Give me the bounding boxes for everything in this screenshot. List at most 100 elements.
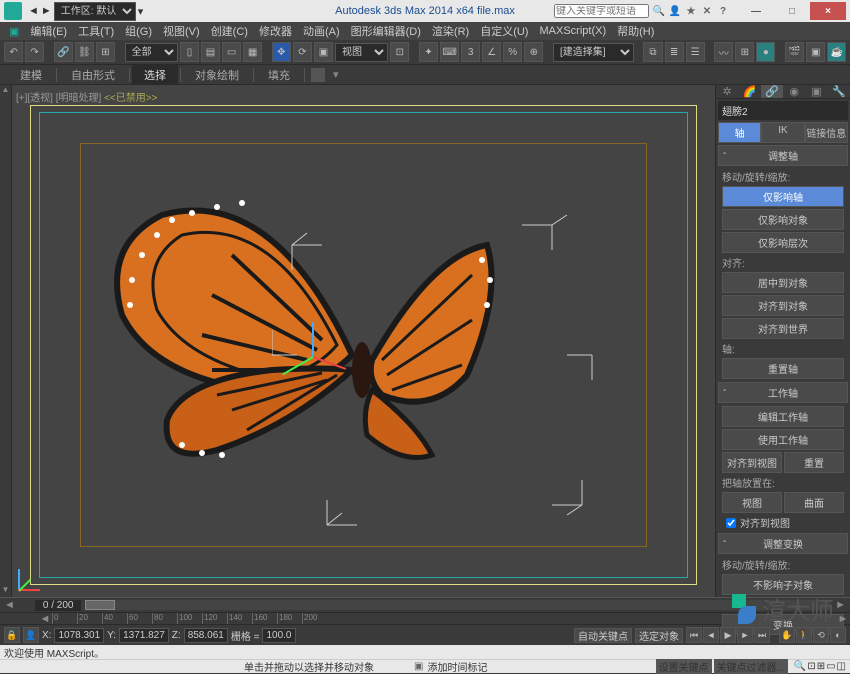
snap-toggle-button[interactable]: 3 bbox=[461, 42, 480, 62]
zoom-extents-icon[interactable]: ⊞ bbox=[817, 661, 825, 672]
dropdown-icon[interactable]: ▾ bbox=[138, 5, 144, 18]
subtab-link[interactable]: 链接信息 bbox=[805, 122, 848, 143]
z-value[interactable]: 858.061 bbox=[184, 628, 228, 643]
pan-icon[interactable]: ✋ bbox=[779, 627, 795, 643]
favorite-icon[interactable]: ★ bbox=[684, 4, 698, 18]
rollout-working-pivot[interactable]: 工作轴 bbox=[718, 382, 848, 403]
signin-icon[interactable]: 👤 bbox=[668, 4, 682, 18]
selection-filter-dropdown[interactable]: 全部 bbox=[125, 43, 178, 62]
redo-button[interactable]: ↷ bbox=[25, 42, 44, 62]
bind-button[interactable]: ⊞ bbox=[96, 42, 115, 62]
menu-group[interactable]: 组(G) bbox=[120, 22, 157, 40]
menu-create[interactable]: 创建(C) bbox=[206, 22, 253, 40]
subtab-ik[interactable]: IK bbox=[761, 122, 804, 143]
search-input[interactable] bbox=[554, 4, 649, 18]
selected-button[interactable]: 选定对象 bbox=[635, 628, 683, 643]
maximize-viewport-icon[interactable]: ◫ bbox=[837, 661, 846, 672]
ribbon-dropdown-icon[interactable]: ▾ bbox=[333, 68, 339, 81]
isolate-icon[interactable]: 👤 bbox=[23, 627, 39, 643]
y-value[interactable]: 1371.827 bbox=[119, 628, 169, 643]
dont-affect-children-button[interactable]: 不影响子对象 bbox=[722, 574, 844, 595]
scroll-up-icon[interactable]: ▲ bbox=[0, 85, 11, 97]
align-to-view-button[interactable]: 对齐到视图 bbox=[722, 452, 782, 473]
layers-button[interactable]: ☰ bbox=[686, 42, 705, 62]
search-icon[interactable]: 🔍 bbox=[652, 4, 666, 18]
select-rotate-button[interactable]: ⟳ bbox=[293, 42, 312, 62]
center-to-object-button[interactable]: 居中到对象 bbox=[722, 272, 844, 293]
select-scale-button[interactable]: ▣ bbox=[314, 42, 333, 62]
spinner-snap-button[interactable]: ⊕ bbox=[524, 42, 543, 62]
keyfilter-button[interactable]: 关键点过滤器... bbox=[714, 659, 788, 674]
ribbon-tab-selection[interactable]: 选择 bbox=[132, 65, 178, 85]
percent-snap-button[interactable]: % bbox=[503, 42, 522, 62]
viewport-label-shading[interactable]: [明暗处理] bbox=[56, 93, 102, 104]
manipulate-button[interactable]: ✦ bbox=[419, 42, 438, 62]
walk-icon[interactable]: 🚶 bbox=[796, 627, 812, 643]
menu-modifiers[interactable]: 修改器 bbox=[254, 22, 297, 40]
lock-selection-icon[interactable]: 🔒 bbox=[4, 627, 20, 643]
pivot-center-button[interactable]: ⊡ bbox=[390, 42, 409, 62]
maximize-button[interactable]: □ bbox=[774, 2, 810, 20]
align-to-object-button[interactable]: 对齐到对象 bbox=[722, 295, 844, 316]
rollout-adjust-transform[interactable]: 调整变换 bbox=[718, 533, 848, 554]
arrow-right-icon[interactable]: ► bbox=[41, 5, 52, 17]
mirror-button[interactable]: ⧉ bbox=[643, 42, 662, 62]
menu-tools[interactable]: 工具(T) bbox=[73, 22, 119, 40]
tab-create-icon[interactable]: ✲ bbox=[716, 85, 738, 98]
curve-editor-button[interactable]: 〰 bbox=[714, 42, 733, 62]
place-surface-button[interactable]: 曲面 bbox=[784, 492, 844, 513]
menu-maxscript[interactable]: MAXScript(X) bbox=[534, 24, 611, 38]
menu-animation[interactable]: 动画(A) bbox=[298, 22, 345, 40]
ribbon-tab-modeling[interactable]: 建模 bbox=[8, 65, 54, 85]
zoom-icon[interactable]: 🔍 bbox=[794, 661, 806, 672]
tab-modify-icon[interactable]: 🌈 bbox=[738, 85, 760, 98]
x-value[interactable]: 1078.301 bbox=[54, 628, 104, 643]
zoom-all-icon[interactable]: ⊡ bbox=[807, 661, 815, 672]
scroll-down-icon[interactable]: ▼ bbox=[0, 585, 11, 597]
align-button[interactable]: ≣ bbox=[665, 42, 684, 62]
arrow-left-icon[interactable]: ◄ bbox=[28, 5, 39, 17]
object-name-field[interactable]: 翅膀2 bbox=[718, 101, 848, 120]
tab-motion-icon[interactable]: ◉ bbox=[783, 85, 805, 98]
affect-hierarchy-button[interactable]: 仅影响层次 bbox=[722, 232, 844, 253]
tab-utilities-icon[interactable]: 🔧 bbox=[828, 85, 850, 98]
place-view-button[interactable]: 视图 bbox=[722, 492, 782, 513]
close-button[interactable]: × bbox=[810, 2, 846, 20]
menu-graph[interactable]: 图形编辑器(D) bbox=[346, 22, 426, 40]
goto-end-icon[interactable]: ⏭ bbox=[754, 627, 770, 643]
ruler-right-icon[interactable]: ► bbox=[836, 613, 850, 624]
workspace-dropdown[interactable]: 工作区: 默认 bbox=[54, 2, 136, 21]
keyboard-button[interactable]: ⌨ bbox=[440, 42, 459, 62]
ribbon-expand-icon[interactable] bbox=[311, 68, 325, 82]
goto-start-icon[interactable]: ⏮ bbox=[686, 627, 702, 643]
angle-snap-button[interactable]: ∠ bbox=[482, 42, 501, 62]
undo-button[interactable]: ↶ bbox=[4, 42, 23, 62]
viewport-label-persp[interactable]: [+][透视] bbox=[16, 93, 53, 104]
time-thumb[interactable] bbox=[85, 600, 115, 610]
move-gizmo-icon[interactable] bbox=[312, 355, 314, 357]
align-view-checkbox[interactable]: 对齐到视图 bbox=[716, 514, 850, 531]
prev-frame-icon[interactable]: ◄ bbox=[703, 627, 719, 643]
next-frame-icon[interactable]: ► bbox=[737, 627, 753, 643]
named-selection-dropdown[interactable]: [建造择集] bbox=[553, 43, 634, 62]
help-icon[interactable]: ? bbox=[716, 4, 730, 18]
affect-pivot-button[interactable]: 仅影响轴 bbox=[722, 186, 844, 207]
reset-pivot-button[interactable]: 重置轴 bbox=[722, 358, 844, 379]
menu-help[interactable]: 帮助(H) bbox=[612, 22, 659, 40]
menu-views[interactable]: 视图(V) bbox=[158, 22, 205, 40]
select-move-button[interactable]: ✥ bbox=[272, 42, 291, 62]
ref-coord-dropdown[interactable]: 视图 bbox=[335, 43, 388, 62]
frame-counter[interactable]: 0 / 200 bbox=[35, 600, 82, 611]
reset-working-button[interactable]: 重置 bbox=[784, 452, 844, 473]
unlink-button[interactable]: ⛓ bbox=[75, 42, 94, 62]
fov-icon[interactable]: ◐ bbox=[830, 627, 846, 643]
select-name-button[interactable]: ▤ bbox=[201, 42, 220, 62]
ribbon-tab-populate[interactable]: 填充 bbox=[256, 65, 302, 85]
exchange-icon[interactable]: ✕ bbox=[700, 4, 714, 18]
tab-hierarchy-icon[interactable]: 🔗 bbox=[761, 85, 783, 98]
render-frame-button[interactable]: ▣ bbox=[806, 42, 825, 62]
ribbon-tab-paint[interactable]: 对象绘制 bbox=[183, 65, 251, 85]
ribbon-tab-freeform[interactable]: 自由形式 bbox=[59, 65, 127, 85]
rollout-adjust-pivot[interactable]: 调整轴 bbox=[718, 145, 848, 166]
affect-object-button[interactable]: 仅影响对象 bbox=[722, 209, 844, 230]
